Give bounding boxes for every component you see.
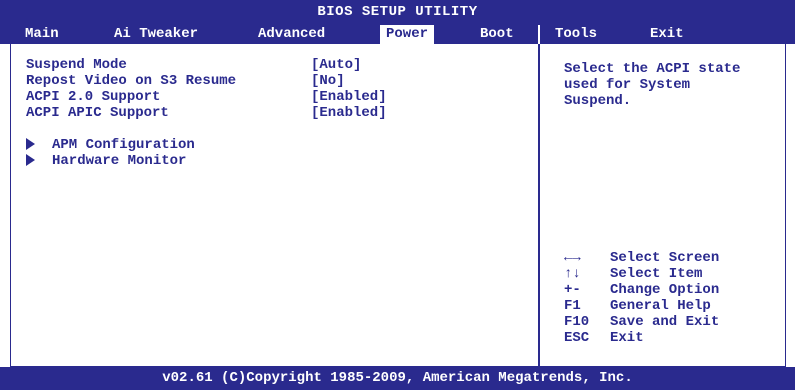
setting-repost-video-label[interactable]: Repost Video on S3 Resume [26, 73, 236, 89]
submenu-label: Hardware Monitor [52, 153, 187, 169]
tab-exit[interactable]: Exit [650, 25, 684, 44]
tab-power[interactable]: Power [380, 25, 435, 44]
tab-boot[interactable]: Boot [480, 25, 514, 44]
key-description: Exit [610, 330, 644, 346]
bios-title: BIOS SETUP UTILITY [317, 4, 478, 20]
tab-ai-tweaker[interactable]: Ai Tweaker [114, 25, 198, 44]
bios-screen: BIOS SETUP UTILITY Main Ai Tweaker Advan… [0, 0, 795, 390]
help-text: Select the ACPI state used for System Su… [564, 61, 741, 109]
submenu-apm-configuration[interactable]: APM Configuration [26, 137, 195, 153]
header-bar: BIOS SETUP UTILITY Main Ai Tweaker Advan… [0, 0, 795, 44]
header-divider [538, 25, 540, 44]
key-description: Select Screen [610, 250, 720, 266]
setting-repost-video-value[interactable]: [No] [311, 73, 345, 89]
key-symbol: ↑↓ [564, 266, 581, 282]
setting-acpi-apic-value[interactable]: [Enabled] [311, 105, 387, 121]
key-symbol: ESC [564, 330, 590, 346]
setting-acpi20-value[interactable]: [Enabled] [311, 89, 387, 105]
key-symbol: +- [564, 282, 581, 298]
submenu-arrow-icon [26, 154, 35, 167]
key-description: Select Item [610, 266, 703, 282]
key-description: Change Option [610, 282, 720, 298]
submenu-arrow-icon [26, 138, 35, 151]
key-symbol: F10 [564, 314, 590, 330]
key-symbol: F1 [564, 298, 581, 314]
submenu-hardware-monitor[interactable]: Hardware Monitor [26, 153, 186, 169]
tab-tools[interactable]: Tools [555, 25, 597, 44]
tab-advanced[interactable]: Advanced [258, 25, 325, 44]
tab-main[interactable]: Main [25, 25, 59, 44]
panel-divider [538, 44, 540, 367]
key-description: Save and Exit [610, 314, 720, 330]
setting-acpi20-label[interactable]: ACPI 2.0 Support [26, 89, 160, 105]
key-symbol: ←→ [564, 250, 581, 266]
submenu-label: APM Configuration [52, 137, 195, 153]
key-description: General Help [610, 298, 711, 314]
setting-suspend-mode-label[interactable]: Suspend Mode [26, 57, 127, 73]
footer-copyright: v02.61 (C)Copyright 1985-2009, American … [0, 367, 795, 390]
setting-acpi-apic-label[interactable]: ACPI APIC Support [26, 105, 169, 121]
setting-suspend-mode-value[interactable]: [Auto] [311, 57, 361, 73]
